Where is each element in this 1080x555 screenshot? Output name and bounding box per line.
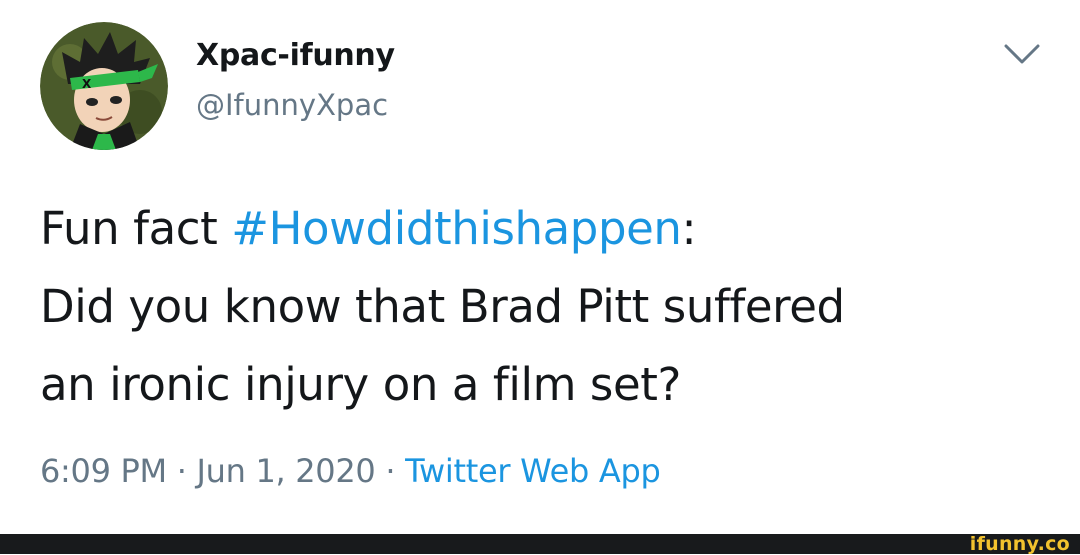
tweet-text-line-3: an ironic injury on a film set?: [40, 358, 681, 411]
avatar[interactable]: X: [40, 22, 168, 150]
tweet-meta: 6:09 PM · Jun 1, 2020 · Twitter Web App: [40, 452, 661, 490]
tweet-source-link[interactable]: Twitter Web App: [405, 452, 661, 490]
tweet-date[interactable]: Jun 1, 2020: [196, 452, 375, 490]
tweet-text: Fun fact #Howdidthishappen: Did you know…: [40, 190, 1040, 424]
meta-separator: ·: [166, 452, 197, 490]
author-handle[interactable]: @IfunnyXpac: [196, 88, 388, 122]
tweet-card: X Xpac-ifunny @IfunnyXpac Fun fact #Howd…: [0, 0, 1080, 534]
tweet-menu-button[interactable]: [1002, 40, 1042, 70]
tweet-text-line-1: Fun fact #Howdidthishappen:: [40, 190, 1040, 268]
author-display-name[interactable]: Xpac-ifunny: [196, 38, 395, 73]
tweet-text-prefix: Fun fact: [40, 202, 232, 255]
footer-bar: ifunny.co: [0, 534, 1080, 554]
tweet-time[interactable]: 6:09 PM: [40, 452, 167, 490]
ifunny-watermark: ifunny.co: [969, 533, 1070, 555]
chevron-down-icon: [1004, 44, 1040, 64]
avatar-image: X: [40, 22, 168, 150]
tweet-text-suffix: :: [681, 202, 697, 255]
hashtag-link[interactable]: #Howdidthishappen: [231, 202, 682, 255]
tweet-text-line-2: Did you know that Brad Pitt suffered: [40, 280, 845, 333]
meta-separator: ·: [375, 452, 406, 490]
svg-text:X: X: [82, 77, 92, 91]
